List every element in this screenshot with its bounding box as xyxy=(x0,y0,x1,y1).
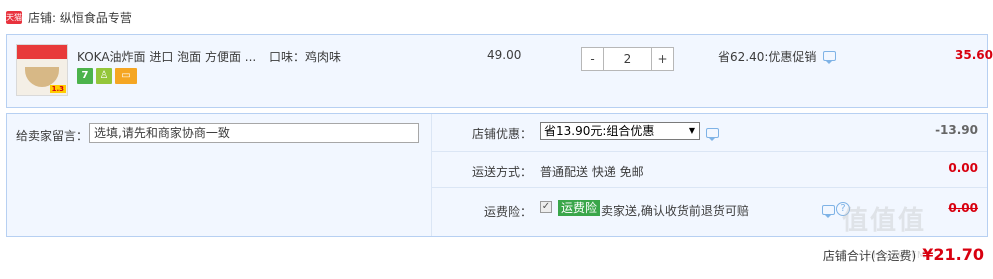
seller-message-input[interactable] xyxy=(89,123,419,143)
product-spec: 口味：鸡肉味 xyxy=(269,50,342,64)
insurance-info-icon[interactable] xyxy=(822,205,835,218)
cart-item-row: 1.3 KOKA油炸面 进口 泡面 方便面 ... 口味：鸡肉味 7 ♙ ▭ 4… xyxy=(6,34,993,108)
item-subtotal: 35.60 xyxy=(955,48,993,62)
thumbnail-price-tag: 1.3 xyxy=(49,85,66,93)
insurance-label: 运费险： xyxy=(484,205,533,219)
shop-discount-label: 店铺优惠： xyxy=(472,127,533,141)
shop-total: 店铺合计(含运费) ¥21.70 xyxy=(823,245,984,264)
insurance-checkbox[interactable]: ✓ xyxy=(540,201,552,213)
product-thumbnail[interactable]: 1.3 xyxy=(16,44,68,96)
credit-card-icon[interactable]: ▭ xyxy=(115,68,137,84)
insurance-cost: 0.00 xyxy=(948,201,978,215)
promotion-text: 省62.40:优惠促销 xyxy=(718,50,817,64)
shop-discount-selected: 省13.90元:组合优惠 xyxy=(544,124,655,138)
shop-total-label: 店铺合计(含运费) xyxy=(822,249,917,263)
shop-discount-select[interactable]: 省13.90元:组合优惠 ▼ xyxy=(540,122,700,140)
noodle-bowl-image xyxy=(25,67,59,87)
options-divider xyxy=(431,187,987,188)
seven-day-return-icon[interactable]: 7 xyxy=(77,68,93,84)
unit-price: 49.00 xyxy=(487,48,522,62)
quantity-decrease-button[interactable]: - xyxy=(582,48,604,70)
quantity-increase-button[interactable]: + xyxy=(651,48,673,70)
options-divider xyxy=(431,114,432,236)
tmall-logo-icon: 天猫 xyxy=(6,10,22,24)
product-title-link[interactable]: KOKA油炸面 进口 泡面 方便面 ... xyxy=(77,48,256,65)
shop-name[interactable]: 店铺: 纵恒食品专营 xyxy=(28,9,132,26)
dropdown-arrow-icon: ▼ xyxy=(688,126,695,135)
quantity-stepper: - + xyxy=(581,47,674,71)
shipping-label: 运送方式： xyxy=(472,165,533,179)
shipping-method: 普通配送 快递 免邮 xyxy=(540,165,644,179)
quantity-input[interactable] xyxy=(604,48,651,70)
guarantee-icon[interactable]: ♙ xyxy=(96,68,112,84)
order-options: 给卖家留言： 店铺优惠： 省13.90元:组合优惠 ▼ -13.90 运送方式：… xyxy=(6,113,988,237)
shop-total-value: ¥21.70 xyxy=(922,245,984,264)
watermark: 值值值 xyxy=(842,206,927,236)
insurance-tag: 运费险 xyxy=(558,200,601,216)
shipping-cost: 0.00 xyxy=(948,161,978,175)
insurance-description: 卖家送,确认收货前退货可赔 xyxy=(601,204,749,218)
service-badges: 7 ♙ ▭ xyxy=(77,68,137,84)
options-divider xyxy=(431,151,987,152)
shop-header: 天猫 店铺: 纵恒食品专营 xyxy=(0,0,993,34)
shop-discount-value: -13.90 xyxy=(935,123,978,137)
promotion-info-icon[interactable] xyxy=(823,51,836,64)
discount-info-icon[interactable] xyxy=(706,128,719,141)
message-label: 给卖家留言： xyxy=(16,129,89,143)
